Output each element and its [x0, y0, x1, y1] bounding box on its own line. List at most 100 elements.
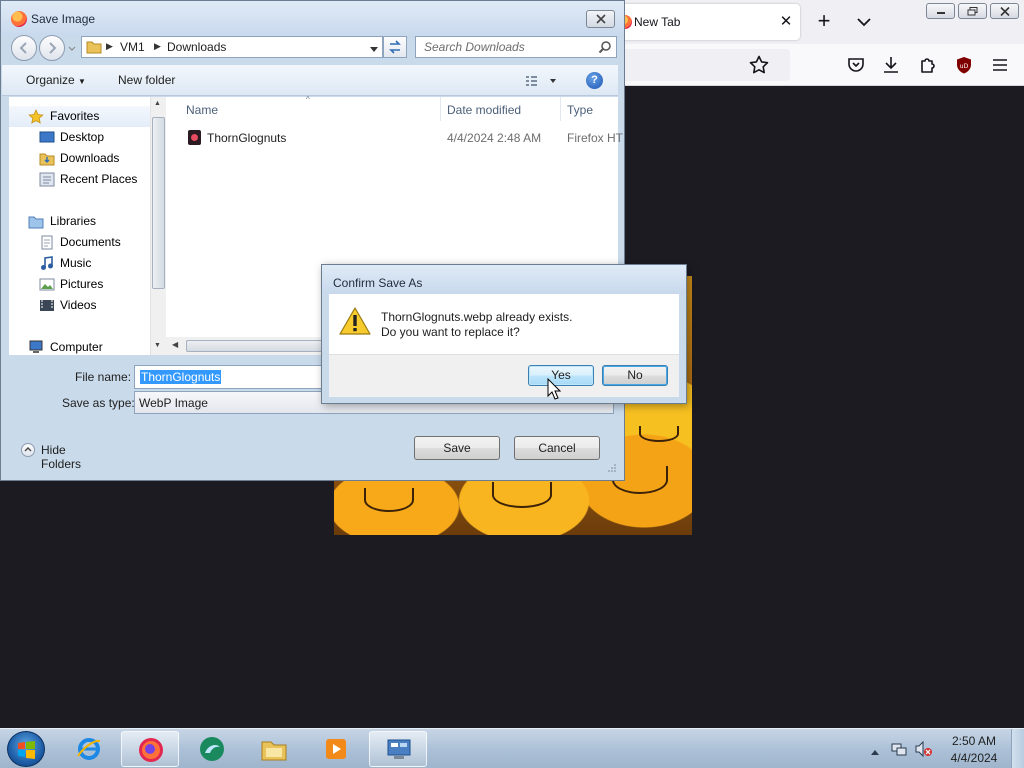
- column-header-name[interactable]: Name: [186, 103, 218, 117]
- nav-item-favorites[interactable]: Favorites: [9, 106, 151, 127]
- address-bar[interactable]: ▶ VM1 ▶ Downloads: [81, 36, 383, 58]
- help-icon[interactable]: ?: [586, 72, 603, 89]
- show-desktop-button[interactable]: [1011, 729, 1024, 768]
- close-dialog-button[interactable]: [586, 10, 615, 28]
- dialog-button-area: Yes No: [329, 354, 679, 397]
- computer-icon: [28, 340, 44, 355]
- back-button[interactable]: [11, 35, 37, 61]
- dialog-title: Confirm Save As: [333, 276, 423, 290]
- resize-grip-icon[interactable]: [607, 462, 617, 472]
- nav-item-computer[interactable]: Computer: [9, 337, 151, 355]
- libraries-icon: [28, 214, 44, 229]
- clock-time[interactable]: 2:50 AM: [950, 734, 998, 748]
- star-icon: [28, 109, 44, 124]
- nav-item-label: Desktop: [60, 130, 105, 144]
- nav-item-documents[interactable]: Documents: [9, 232, 151, 253]
- taskbar-app[interactable]: [183, 731, 241, 767]
- control-panel-icon: [385, 737, 413, 763]
- start-button[interactable]: [7, 731, 45, 767]
- taskbar-file-explorer[interactable]: [245, 731, 303, 767]
- command-bar: Organize ▼ New folder ?: [2, 65, 618, 96]
- scroll-down-icon[interactable]: ▼: [154, 342, 161, 349]
- confirm-save-as-dialog: Confirm Save As ThornGlognuts.webp alrea…: [321, 264, 687, 404]
- documents-icon: [39, 235, 55, 250]
- nav-item-music[interactable]: Music: [9, 253, 151, 274]
- downloads-folder-icon: [39, 151, 55, 166]
- search-placeholder: Search Downloads: [424, 40, 525, 54]
- dialog-title: Save Image: [31, 12, 96, 26]
- ublock-origin-icon[interactable]: uD: [952, 53, 976, 77]
- search-input[interactable]: Search Downloads: [415, 36, 617, 58]
- search-icon[interactable]: [598, 40, 612, 54]
- extensions-puzzle-icon[interactable]: [916, 53, 940, 77]
- file-name-value: ThornGlognuts: [140, 370, 222, 384]
- pocket-icon[interactable]: [844, 53, 868, 77]
- nav-item-recent-places[interactable]: Recent Places: [9, 169, 151, 190]
- dialog-titlebar: Confirm Save As: [322, 265, 686, 294]
- save-as-type-label: Save as type:: [62, 396, 135, 410]
- nav-item-libraries[interactable]: Libraries: [9, 211, 151, 232]
- volume-muted-icon[interactable]: [915, 740, 933, 758]
- nav-item-videos[interactable]: Videos: [9, 295, 151, 316]
- firefox-icon: [11, 11, 27, 27]
- minimize-button[interactable]: [926, 3, 955, 19]
- nav-item-label: Music: [60, 256, 92, 270]
- refresh-button[interactable]: [383, 36, 407, 58]
- nav-item-label: Computer: [50, 340, 103, 354]
- scroll-left-icon[interactable]: ◀: [172, 340, 178, 349]
- downloads-icon[interactable]: [879, 53, 903, 77]
- taskbar-media-player[interactable]: [307, 731, 365, 767]
- recent-locations-dropdown-icon[interactable]: [67, 43, 77, 53]
- organize-button[interactable]: Organize ▼: [26, 73, 86, 87]
- column-header-date-modified[interactable]: Date modified: [447, 103, 521, 117]
- new-folder-button[interactable]: New folder: [118, 73, 175, 87]
- change-view-button[interactable]: [524, 73, 558, 89]
- breadcrumb-item[interactable]: VM1: [120, 40, 145, 54]
- yes-button[interactable]: Yes: [528, 365, 594, 386]
- forward-button[interactable]: [39, 35, 65, 61]
- no-button[interactable]: No: [602, 365, 668, 386]
- music-icon: [39, 256, 55, 271]
- breadcrumb-arrow-icon[interactable]: ▶: [154, 41, 161, 52]
- hamburger-menu-icon[interactable]: [988, 53, 1012, 77]
- videos-icon: [39, 298, 55, 313]
- new-tab-icon[interactable]: +: [812, 10, 836, 34]
- browser-tab[interactable]: New Tab ✕: [610, 4, 800, 40]
- breadcrumb-arrow-icon[interactable]: ▶: [106, 41, 113, 52]
- clock-date[interactable]: 4/4/2024: [946, 751, 1002, 765]
- nav-item-downloads[interactable]: Downloads: [9, 148, 151, 169]
- firefox-html-file-icon: [188, 130, 201, 145]
- breadcrumb-item[interactable]: Downloads: [167, 40, 226, 54]
- table-row[interactable]: ThornGlognuts 4/4/2024 2:48 AM Firefox H…: [184, 128, 623, 148]
- network-icon[interactable]: [891, 741, 907, 757]
- scroll-up-icon[interactable]: ▲: [154, 100, 161, 107]
- close-tab-icon[interactable]: ✕: [776, 12, 796, 32]
- nav-item-desktop[interactable]: Desktop: [9, 127, 151, 148]
- taskbar-firefox[interactable]: [121, 731, 179, 767]
- warning-icon: [339, 306, 371, 336]
- cancel-button[interactable]: Cancel: [514, 436, 600, 460]
- list-all-tabs-icon[interactable]: [852, 10, 876, 34]
- file-explorer-icon: [260, 736, 288, 762]
- media-player-icon: [322, 736, 350, 762]
- taskbar-control-panel[interactable]: [369, 731, 427, 767]
- svg-text:uD: uD: [960, 63, 969, 70]
- save-button[interactable]: Save: [414, 436, 500, 460]
- internet-explorer-icon: [75, 736, 103, 762]
- organize-label: Organize: [26, 73, 75, 87]
- mouse-cursor-icon: [547, 377, 562, 400]
- column-header-type[interactable]: Type: [567, 103, 593, 117]
- navigation-scrollbar[interactable]: ▲ ▼: [150, 97, 166, 355]
- bookmark-star-icon[interactable]: [747, 53, 771, 77]
- close-window-button[interactable]: [990, 3, 1019, 19]
- message-text: ThornGlognuts.webp already exists.: [381, 310, 573, 324]
- file-name-cell: ThornGlognuts: [207, 131, 287, 145]
- taskbar: 2:50 AM 4/4/2024: [0, 728, 1024, 768]
- taskbar-internet-explorer[interactable]: [60, 731, 118, 767]
- restore-button[interactable]: [958, 3, 987, 19]
- scrollbar-thumb[interactable]: [152, 117, 165, 289]
- nav-item-pictures[interactable]: Pictures: [9, 274, 151, 295]
- pictures-icon: [39, 277, 55, 292]
- chevron-down-icon[interactable]: [369, 43, 379, 53]
- show-hidden-icons-icon[interactable]: [870, 745, 880, 755]
